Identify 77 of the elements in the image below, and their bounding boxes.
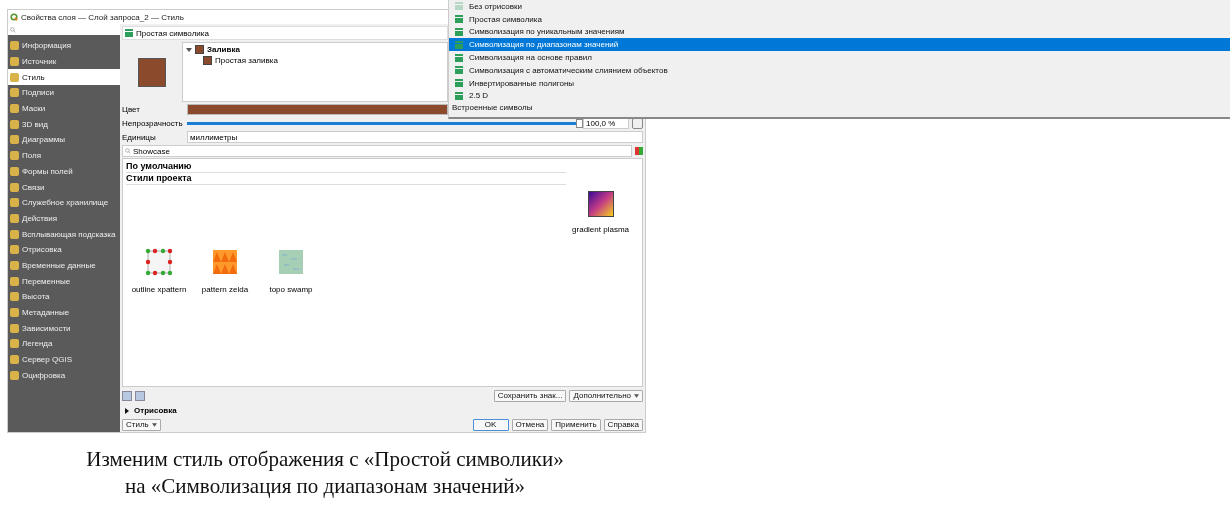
symbol-name: pattern zelda (201, 285, 249, 294)
tree-item[interactable]: Простая заливка (215, 56, 278, 65)
caption-text: Изменим стиль отображения с «Простой символики» (85, 446, 565, 473)
search-icon (125, 148, 131, 154)
dialog-button[interactable]: Отмена (511, 418, 549, 431)
sidebar-item[interactable]: Действия (8, 210, 120, 227)
sidebar-item[interactable]: Подписи (8, 85, 120, 101)
triangle-pattern-icon[interactable] (210, 247, 240, 277)
fill-swatch-icon (203, 56, 212, 65)
sidebar-item[interactable]: Стиль (8, 69, 120, 86)
sidebar-item[interactable]: Маски (8, 100, 120, 117)
icon-view-icon[interactable] (122, 390, 132, 401)
sidebar-item[interactable]: Временные данные (8, 257, 120, 274)
sidebar-item[interactable]: Сервер QGIS (8, 351, 120, 368)
dotted-outline-icon[interactable] (144, 247, 174, 277)
slider-handle[interactable] (576, 118, 583, 128)
library-action-button[interactable]: Дополнительно (569, 389, 643, 402)
caret-icon (151, 422, 157, 427)
sidebar-item[interactable]: Легенда (8, 336, 120, 352)
search-icon (10, 26, 16, 33)
menu-item[interactable]: Без отрисовки (449, 0, 1230, 13)
rendering-section-header[interactable]: Отрисовка (122, 404, 643, 417)
style-menu-button[interactable]: Стиль (122, 418, 161, 431)
sidebar-search-field[interactable] (8, 24, 120, 35)
sidebar-item[interactable]: Высота (8, 289, 120, 305)
menu-item[interactable]: Инвертированные полигоны (449, 76, 1230, 90)
sidebar-item[interactable]: Зависимости (8, 320, 120, 337)
menu-item[interactable]: Символизация по уникальным значениям (449, 25, 1230, 39)
menu-section-header: Встроенные символы (451, 102, 534, 114)
group-heading: Стили проекта (126, 173, 566, 185)
sidebar-item[interactable]: Связи (8, 179, 120, 195)
caret-icon (634, 393, 639, 398)
sidebar-item[interactable]: Оцифровка (8, 367, 120, 384)
menu-item[interactable]: Символизация с автоматическим слиянием объектов (449, 64, 1230, 77)
sidebar-item[interactable]: Формы полей (8, 163, 120, 180)
sidebar-item[interactable]: Отрисовка (8, 241, 120, 258)
sidebar-item[interactable]: Метаданные (8, 304, 120, 321)
fill-swatch-icon (195, 45, 204, 54)
expand-arrow-icon[interactable] (186, 46, 192, 53)
sidebar-item[interactable]: Поля (8, 147, 120, 164)
symbol-name: topo swamp (269, 285, 313, 294)
tree-item[interactable]: Заливка (207, 45, 240, 54)
symbol-preview (138, 57, 166, 87)
symbol-name: gradient plasma (572, 225, 629, 234)
symbol-name: outline xpattern (131, 285, 187, 294)
expand-arrow-icon[interactable] (124, 407, 130, 414)
dialog-button[interactable]: Справка (603, 418, 643, 431)
menu-item[interactable]: Простая символика (449, 12, 1230, 26)
menu-item[interactable]: Символизация по диапазонам значений (449, 38, 1230, 52)
dialog-button[interactable]: OK (472, 418, 509, 431)
sidebar-item[interactable]: Переменные (8, 273, 120, 289)
gradient-swatch-icon[interactable] (587, 191, 614, 217)
sidebar-item[interactable]: Диаграммы (8, 132, 120, 148)
library-action-button[interactable]: Сохранить знак... (493, 389, 567, 402)
menu-item[interactable]: Символизация на основе правил (449, 51, 1230, 64)
sidebar-item[interactable]: Всплывающая подсказка (8, 226, 120, 242)
library-search-field[interactable]: Showcase (122, 145, 632, 157)
caption-text: на «Символизация по диапазонам значений» (124, 473, 526, 500)
list-view-icon[interactable] (135, 390, 145, 401)
renderer-icon (125, 29, 133, 37)
dialog-button[interactable]: Применить (551, 418, 601, 431)
units-label: Единицы (122, 132, 157, 142)
app-logo-icon (10, 13, 18, 21)
opacity-slider[interactable] (187, 121, 580, 125)
sidebar-item[interactable]: 3D вид (8, 116, 120, 133)
renderer-dropdown[interactable]: Простая символика (122, 26, 448, 40)
sidebar-item[interactable]: Служебное хранилище (8, 194, 120, 211)
sidebar-item[interactable]: Источник (8, 53, 120, 70)
menu-item[interactable]: 2.5 D (449, 89, 1230, 103)
color-button[interactable] (187, 103, 448, 115)
color-label: Цвет (122, 104, 141, 114)
sidebar-item[interactable]: Информация (8, 38, 120, 54)
window-title: Свойства слоя — Слой запроса_2 — Стиль (21, 12, 184, 22)
units-dropdown[interactable]: миллиметры (187, 131, 643, 143)
group-heading: По умолчанию (126, 161, 566, 173)
opacity-label: Непрозрачность (122, 118, 184, 128)
marsh-pattern-icon[interactable] (276, 247, 306, 277)
